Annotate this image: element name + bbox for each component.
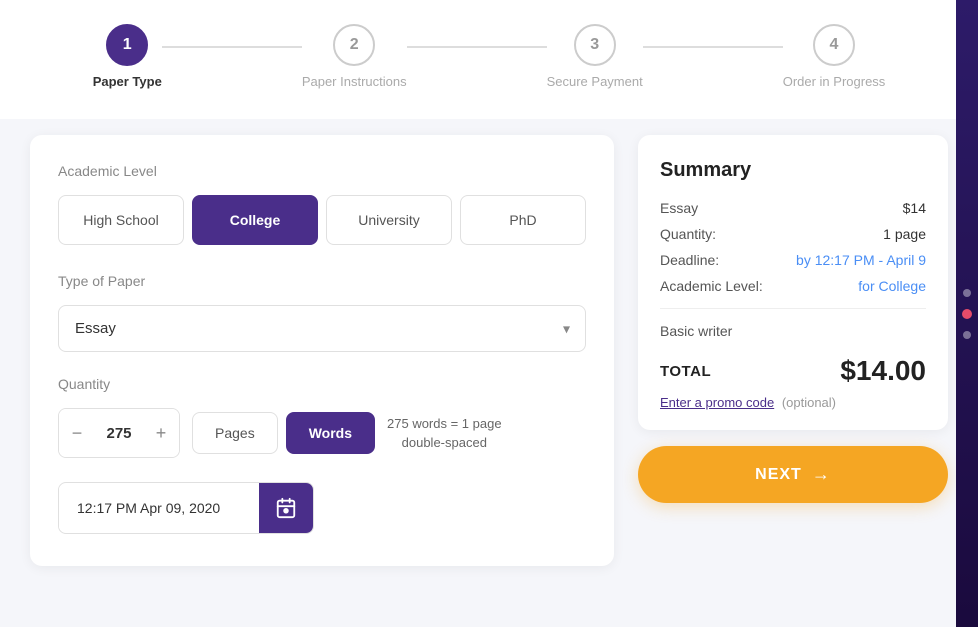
total-amount: $14.00 — [840, 355, 926, 387]
quantity-section: Quantity − + Pages Words 275 words = 1 p… — [58, 376, 586, 458]
academic-level-label: Academic Level — [58, 163, 586, 179]
step-4-label: Order in Progress — [783, 74, 886, 89]
right-edge-decoration — [956, 0, 978, 627]
summary-divider — [660, 308, 926, 309]
summary-row-quantity: Quantity: 1 page — [660, 226, 926, 242]
quantity-row: − + Pages Words 275 words = 1 page doubl… — [58, 408, 586, 458]
step-4: 4 Order in Progress — [783, 24, 886, 89]
academic-level-buttons: High School College University PhD — [58, 195, 586, 245]
edge-dot-3 — [963, 331, 971, 339]
summary-key-deadline: Deadline: — [660, 252, 719, 268]
deadline-input-wrap — [58, 482, 314, 534]
summary-val-deadline: by 12:17 PM - April 9 — [796, 252, 926, 268]
total-label: TOTAL — [660, 363, 711, 380]
summary-title: Summary — [660, 159, 926, 182]
acad-btn-college[interactable]: College — [192, 195, 318, 245]
deadline-section — [58, 482, 586, 534]
acad-btn-phd[interactable]: PhD — [460, 195, 586, 245]
summary-row-essay: Essay $14 — [660, 200, 926, 216]
summary-row-academic: Academic Level: for College — [660, 278, 926, 294]
step-2-label: Paper Instructions — [302, 74, 407, 89]
promo-row: Enter a promo code (optional) — [660, 395, 926, 410]
quantity-stepper: − + — [58, 408, 180, 458]
step-1-circle: 1 — [106, 24, 148, 66]
step-line-2 — [407, 46, 547, 48]
summary-key-essay: Essay — [660, 200, 698, 216]
quantity-decrement-button[interactable]: − — [59, 409, 95, 457]
edge-dot-2 — [962, 309, 972, 319]
next-button[interactable]: NEXT → — [638, 446, 948, 503]
step-2-circle: 2 — [333, 24, 375, 66]
step-2: 2 Paper Instructions — [302, 24, 407, 89]
right-panel: Summary Essay $14 Quantity: 1 page Deadl… — [638, 135, 948, 503]
edge-dot-1 — [963, 289, 971, 297]
step-1: 1 Paper Type — [93, 24, 162, 89]
summary-val-academic: for College — [858, 278, 926, 294]
deadline-input[interactable] — [59, 486, 259, 530]
total-row: TOTAL $14.00 — [660, 355, 926, 387]
step-3: 3 Secure Payment — [547, 24, 643, 89]
quantity-note: 275 words = 1 page double-spaced — [387, 414, 502, 453]
quantity-label: Quantity — [58, 376, 586, 392]
summary-row-deadline: Deadline: by 12:17 PM - April 9 — [660, 252, 926, 268]
acad-btn-high-school[interactable]: High School — [58, 195, 184, 245]
summary-key-academic: Academic Level: — [660, 278, 763, 294]
next-arrow-icon: → — [812, 464, 831, 485]
quantity-increment-button[interactable]: + — [143, 409, 179, 457]
stepper: 1 Paper Type 2 Paper Instructions 3 Secu… — [0, 0, 978, 119]
acad-btn-university[interactable]: University — [326, 195, 452, 245]
calendar-icon — [275, 497, 297, 519]
unit-buttons: Pages Words — [192, 412, 375, 454]
promo-code-link[interactable]: Enter a promo code — [660, 395, 774, 410]
unit-words-button[interactable]: Words — [286, 412, 375, 454]
summary-val-quantity: 1 page — [883, 226, 926, 242]
type-of-paper-section: Type of Paper Essay Research Paper Term … — [58, 273, 586, 352]
step-3-circle: 3 — [574, 24, 616, 66]
unit-pages-button[interactable]: Pages — [192, 412, 278, 454]
promo-optional-label: (optional) — [782, 395, 836, 410]
step-4-circle: 4 — [813, 24, 855, 66]
step-line-3 — [643, 46, 783, 48]
quantity-input[interactable] — [95, 425, 143, 442]
summary-key-quantity: Quantity: — [660, 226, 716, 242]
left-panel: Academic Level High School College Unive… — [30, 135, 614, 566]
summary-val-essay: $14 — [903, 200, 926, 216]
type-of-paper-label: Type of Paper — [58, 273, 586, 289]
main-layout: Academic Level High School College Unive… — [0, 119, 978, 582]
type-of-paper-select[interactable]: Essay Research Paper Term Paper Disserta… — [58, 305, 586, 352]
step-3-label: Secure Payment — [547, 74, 643, 89]
step-line-1 — [162, 46, 302, 48]
type-of-paper-dropdown-wrap: Essay Research Paper Term Paper Disserta… — [58, 305, 586, 352]
summary-card: Summary Essay $14 Quantity: 1 page Deadl… — [638, 135, 948, 430]
deadline-calendar-button[interactable] — [259, 483, 313, 533]
step-1-label: Paper Type — [93, 74, 162, 89]
writer-label: Basic writer — [660, 323, 926, 339]
